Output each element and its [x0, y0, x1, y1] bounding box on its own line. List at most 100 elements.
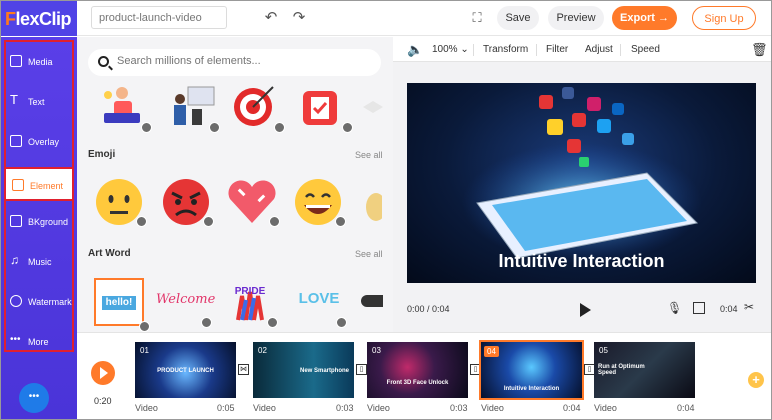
sidebar-item-more[interactable]: ••• More: [4, 325, 74, 359]
sidebar-item-text[interactable]: T Text: [4, 85, 74, 119]
overlay-icon: [10, 135, 22, 147]
sidebar-item-label: More: [28, 337, 49, 347]
illustration-target[interactable]: [229, 83, 285, 133]
sidebar-item-element[interactable]: Element: [4, 167, 74, 201]
premium-badge-icon: [274, 122, 285, 133]
transition-icon[interactable]: ⋈: [238, 364, 249, 375]
emoji-broken-heart[interactable]: [224, 177, 280, 227]
sidebar-item-watermark[interactable]: Watermark: [4, 285, 74, 319]
playback-time: 0:00 / 0:04: [407, 304, 450, 314]
project-name-input[interactable]: product-launch-video: [91, 6, 227, 29]
music-icon: ♫: [10, 253, 19, 267]
see-all-emoji-link[interactable]: See all: [355, 150, 383, 160]
clip-type-label: Video: [594, 403, 617, 413]
art-word-pride[interactable]: PRIDE: [222, 278, 278, 328]
art-word-text: Welcome: [156, 292, 216, 307]
premium-badge-icon: [209, 122, 220, 133]
trash-icon[interactable]: 🗑: [751, 42, 768, 58]
emoji-angry-face[interactable]: [158, 177, 214, 227]
emoji-partial[interactable]: [362, 192, 386, 222]
clip-number: 05: [599, 346, 608, 355]
zoom-select[interactable]: 100% ⌄: [432, 44, 469, 55]
premium-badge-icon: [203, 216, 214, 227]
timeline-total-time: 0:20: [94, 396, 112, 406]
transition-icon[interactable]: ▯: [470, 364, 481, 375]
background-icon: [10, 215, 22, 227]
premium-badge-icon: [335, 216, 346, 227]
sidebar-item-overlay[interactable]: Overlay: [4, 125, 74, 159]
fullscreen-icon[interactable]: ⛶: [469, 10, 485, 26]
timeline-play-button[interactable]: [91, 361, 115, 385]
clip-duration-label: 0:05: [217, 403, 235, 413]
clip-type-label: Video: [367, 403, 390, 413]
illustration-presentation[interactable]: [164, 83, 220, 133]
clip-type-label: Video: [135, 403, 158, 413]
play-icon[interactable]: [580, 303, 591, 317]
emoji-grinning-face[interactable]: [290, 177, 346, 227]
clip-duration-label: 0:04: [563, 403, 581, 413]
sidebar-item-label: Overlay: [28, 137, 60, 147]
clip-duration-label: 0:04: [677, 403, 695, 413]
sidebar-item-bkground[interactable]: BKground: [4, 205, 74, 239]
stage-title-text[interactable]: Intuitive Interaction: [407, 251, 756, 272]
app-logo[interactable]: FlexClip: [5, 9, 72, 30]
timeline-clip[interactable]: 01 PRODUCT LAUNCH: [135, 342, 236, 398]
add-clip-plus-icon[interactable]: +: [748, 372, 764, 388]
premium-badge-icon: [136, 216, 147, 227]
clip-caption: Intuitive Interaction: [503, 386, 560, 392]
timeline-clip-selected[interactable]: 04 Intuitive Interaction: [479, 340, 584, 400]
art-word-welcome[interactable]: Welcome: [156, 278, 216, 328]
sidebar-item-label: Element: [30, 181, 64, 191]
redo-icon[interactable]: ↷: [291, 10, 307, 26]
sidebar-item-label: BKground: [28, 217, 69, 227]
art-word-love[interactable]: LOVE: [291, 278, 347, 328]
sidebar-item-media[interactable]: Media: [4, 45, 74, 79]
sidebar-item-music[interactable]: ♫ Music: [4, 245, 74, 279]
chat-support-icon[interactable]: [19, 383, 49, 413]
illustration-partial[interactable]: [359, 97, 383, 117]
illustration-checklist[interactable]: [297, 83, 353, 133]
transition-icon[interactable]: ▯: [356, 364, 367, 375]
premium-badge-icon: [269, 216, 280, 227]
element-search[interactable]: [88, 49, 381, 76]
toolbar-divider: [620, 44, 621, 56]
more-icon: •••: [10, 334, 21, 345]
timeline-clip[interactable]: 05 Run at Optimum Speed: [594, 342, 695, 398]
sidebar-item-label: Media: [28, 57, 53, 67]
see-all-art-word-link[interactable]: See all: [355, 249, 383, 259]
clip-type-label: Video: [253, 403, 276, 413]
volume-icon[interactable]: 🔈: [407, 42, 423, 58]
sign-up-button[interactable]: Sign Up: [692, 6, 756, 30]
search-input[interactable]: [117, 55, 367, 67]
illustration-person-laptop[interactable]: [96, 83, 152, 133]
clip-type-label: Video: [481, 403, 504, 413]
adjust-button[interactable]: Adjust: [585, 44, 613, 55]
art-word-partial[interactable]: [361, 295, 383, 307]
premium-badge-icon: [336, 317, 347, 328]
emoji-neutral-face[interactable]: [91, 177, 147, 227]
filter-button[interactable]: Filter: [546, 44, 568, 55]
preview-button[interactable]: Preview: [548, 6, 604, 30]
editor-toolbar: 🔈 100% ⌄ Transform Filter Adjust Speed 🗑: [393, 37, 771, 62]
timeline-clip[interactable]: 02 New Smartphone: [253, 342, 354, 398]
clip-number: 04: [484, 346, 499, 357]
video-preview-canvas[interactable]: Intuitive Interaction: [407, 83, 756, 283]
toolbar-divider: [473, 44, 474, 56]
microphone-icon[interactable]: 🎙: [667, 301, 682, 315]
transform-button[interactable]: Transform: [483, 44, 528, 55]
premium-badge-icon: [267, 317, 278, 328]
crop-icon[interactable]: [693, 302, 705, 314]
speed-button[interactable]: Speed: [631, 44, 660, 55]
element-icon: [12, 179, 24, 191]
clip-caption: Run at Optimum Speed: [598, 364, 645, 376]
save-button[interactable]: Save: [497, 6, 539, 30]
export-button[interactable]: Export →: [612, 6, 677, 30]
scissors-icon[interactable]: ✂: [744, 300, 754, 314]
undo-icon[interactable]: ↶: [263, 10, 279, 26]
section-title-emoji: Emoji: [88, 149, 116, 160]
premium-badge-icon: [139, 321, 150, 332]
art-word-hello[interactable]: hello!: [94, 278, 150, 332]
timeline-clip[interactable]: 03 Front 3D Face Unlock: [367, 342, 468, 398]
clip-number: 03: [372, 346, 381, 355]
clip-duration: 0:04: [720, 304, 738, 314]
